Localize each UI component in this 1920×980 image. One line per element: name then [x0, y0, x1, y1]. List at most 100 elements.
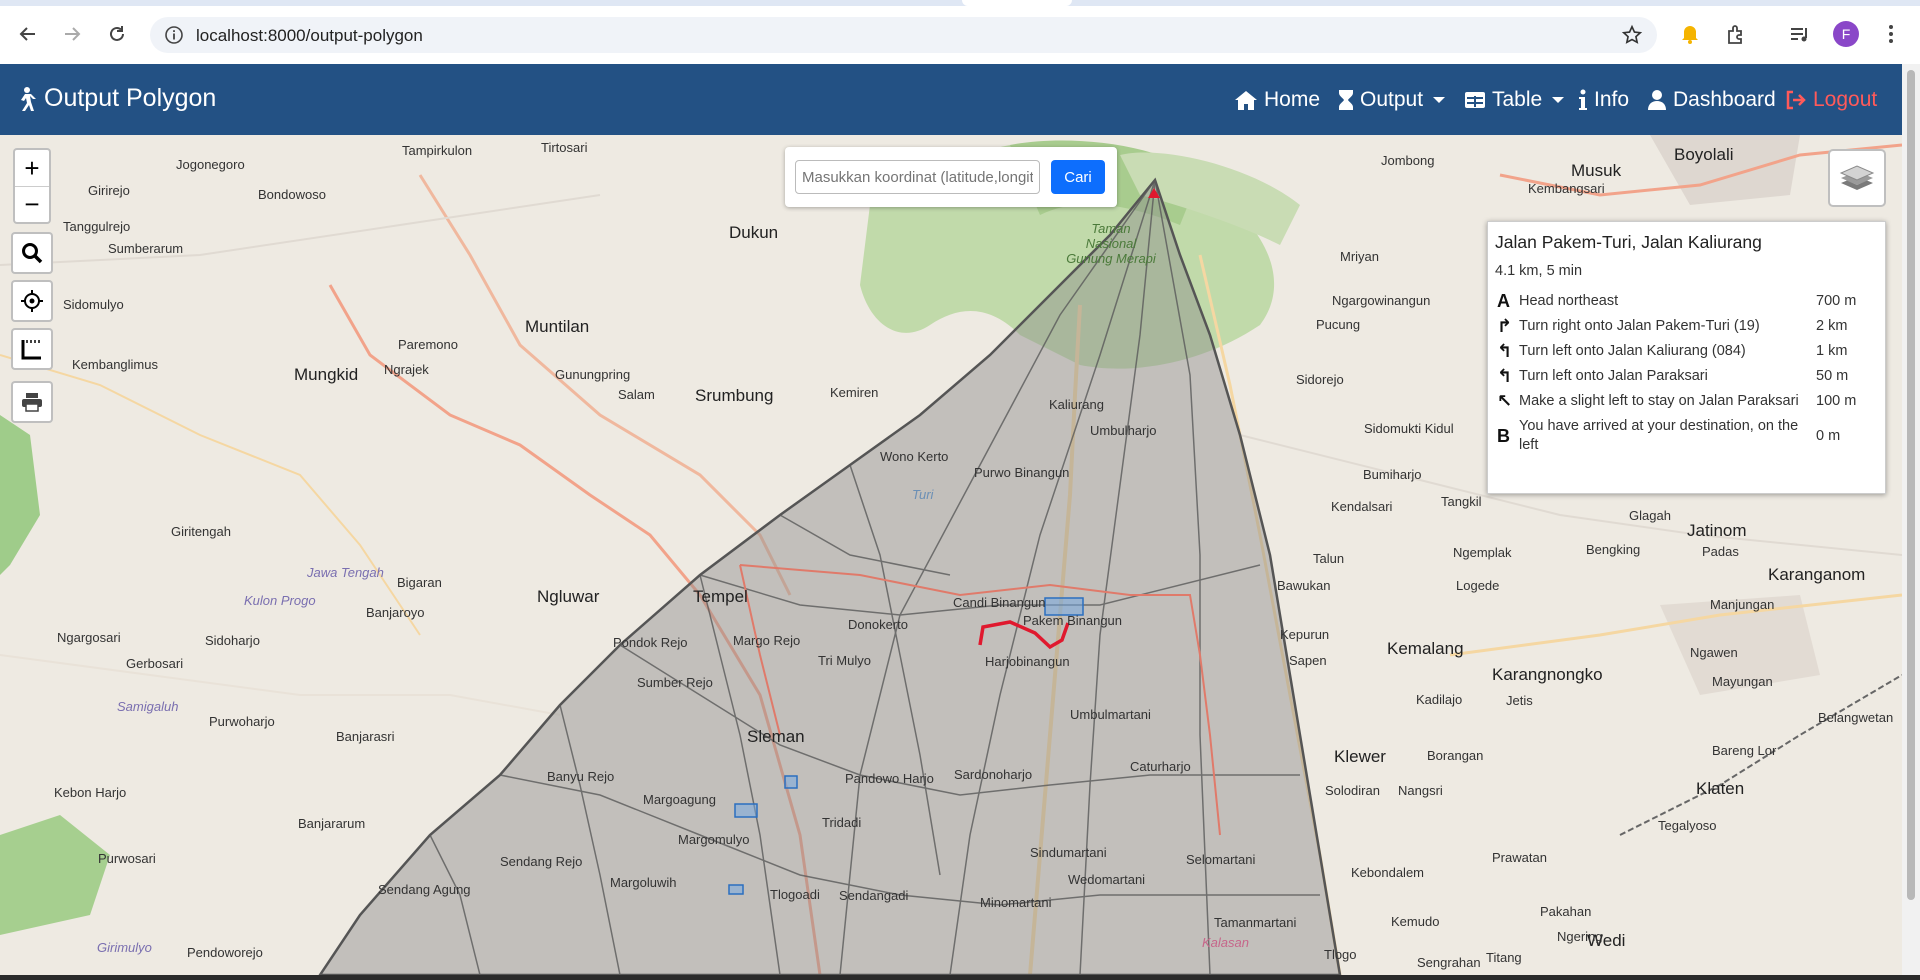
extension-bell-icon[interactable]	[1674, 18, 1706, 50]
nav-table-label: Table	[1492, 88, 1543, 111]
step-text: Turn left onto Jalan Paraksari	[1519, 368, 1708, 384]
route-step[interactable]: ↱ Turn right onto Jalan Pakem-Turi (19) …	[1495, 314, 1878, 339]
place-label: Ngrajek	[384, 362, 429, 377]
nav-output-label: Output	[1360, 88, 1424, 111]
print-button[interactable]	[11, 381, 53, 423]
route-step[interactable]: ↰ Turn left onto Jalan Paraksari 50 m	[1495, 364, 1878, 389]
route-step[interactable]: B You have arrived at your destination, …	[1495, 414, 1878, 458]
nav-home-label: Home	[1264, 88, 1321, 111]
user-icon	[1648, 90, 1666, 110]
step-distance: 2 km	[1816, 318, 1848, 334]
place-label: Kembangsari	[1528, 181, 1605, 196]
place-label: Nangsri	[1398, 783, 1443, 798]
place-label: Harjobinangun	[985, 654, 1070, 669]
place-label: Boyolali	[1674, 145, 1734, 164]
place-label: Musuk	[1571, 161, 1622, 180]
forward-icon[interactable]	[56, 18, 88, 50]
place-label: Kebondalem	[1351, 865, 1424, 880]
place-label: Kepurun	[1280, 627, 1330, 642]
zoom-in-button[interactable]: +	[15, 150, 49, 186]
search-button[interactable]: Cari	[1051, 160, 1105, 194]
step-text: Turn right onto Jalan Pakem-Turi (19)	[1519, 318, 1760, 334]
place-label: Klewer	[1334, 747, 1386, 766]
route-step[interactable]: ↖ Make a slight left to stay on Jalan Pa…	[1495, 389, 1878, 414]
search-icon	[22, 243, 43, 264]
address-bar[interactable]: localhost:8000/output-polygon	[150, 17, 1657, 53]
zoom-control: + −	[13, 148, 51, 224]
nav-info-label: Info	[1594, 88, 1630, 111]
nav-table[interactable]: Table	[1464, 88, 1565, 112]
start-marker-icon: A	[1497, 291, 1510, 311]
place-label: Sengrahan	[1417, 955, 1481, 970]
place-label: Candi Binangun	[953, 595, 1046, 610]
place-label: Kadilajo	[1416, 692, 1463, 707]
measure-button[interactable]	[11, 328, 53, 370]
place-label: Titang	[1486, 950, 1522, 965]
place-label: Banjaroyo	[366, 605, 425, 620]
nav-dashboard[interactable]: Dashboard	[1647, 88, 1776, 112]
place-label: Girimulyo	[97, 940, 152, 955]
place-label: Kemiren	[830, 385, 879, 400]
place-label: Ngargosari	[57, 630, 121, 645]
place-label: Tempel	[693, 587, 748, 606]
place-label: Pucung	[1316, 317, 1361, 332]
map-canvas[interactable]: Mungkid Muntilan Dukun Srumbung Ngluwar …	[0, 135, 1902, 975]
site-info-icon[interactable]	[164, 25, 184, 45]
bookmark-star-icon[interactable]	[1621, 24, 1643, 46]
route-title: Jalan Pakem-Turi, Jalan Kaliurang	[1495, 232, 1762, 252]
place-label: Sumberarum	[108, 241, 184, 256]
nav-logout-label: Logout	[1813, 88, 1878, 111]
tab-strip	[0, 0, 1920, 6]
place-label: Kaliurang	[1049, 397, 1104, 412]
nav-home[interactable]: Home	[1234, 88, 1320, 112]
place-label: Taman Nasional Gunung Merapi	[1066, 221, 1156, 266]
place-label: Margo Rejo	[733, 633, 801, 648]
page-scrollbar[interactable]	[1902, 64, 1920, 975]
turn-right-icon: ↱	[1497, 316, 1513, 336]
profile-avatar[interactable]: F	[1833, 21, 1859, 47]
place-label: Tri Mulyo	[818, 653, 871, 668]
app-navbar: Output Polygon Home Output Table Info Da…	[0, 64, 1902, 135]
place-label: Sendangadi	[839, 888, 909, 903]
place-label: Sidoharjo	[205, 633, 260, 648]
place-label: Gerbosari	[126, 656, 184, 671]
place-label: Pandowo Harjo	[845, 771, 934, 786]
place-label: Ngawen	[1690, 645, 1738, 660]
place-label: Ngering	[1557, 929, 1603, 944]
locate-button[interactable]	[11, 280, 53, 322]
slight-left-icon: ↖	[1497, 391, 1513, 411]
route-step[interactable]: A Head northeast 700 m	[1495, 289, 1878, 314]
place-label: Sumber Rejo	[637, 675, 713, 690]
place-label: Mriyan	[1340, 249, 1380, 264]
place-label: Pondok Rejo	[613, 635, 688, 650]
chevron-down-icon	[1433, 97, 1446, 103]
hourglass-icon	[1339, 90, 1353, 110]
place-label: Pakahan	[1540, 904, 1592, 919]
step-distance: 50 m	[1816, 368, 1849, 384]
printer-icon	[22, 393, 42, 412]
step-text: Turn left onto Jalan Kaliurang (084)	[1519, 343, 1746, 359]
coordinate-input[interactable]	[795, 160, 1040, 194]
back-icon[interactable]	[12, 18, 44, 50]
place-label: Tegalyoso	[1658, 818, 1717, 833]
route-step[interactable]: ↰ Turn left onto Jalan Kaliurang (084) 1…	[1495, 339, 1878, 364]
brand[interactable]: Output Polygon	[14, 84, 216, 113]
route-steps-table: A Head northeast 700 m ↱ Turn right onto…	[1495, 289, 1878, 458]
zoom-out-button[interactable]: −	[15, 186, 49, 222]
reload-icon[interactable]	[101, 18, 133, 50]
layer-switcher[interactable]	[1828, 149, 1886, 207]
table-icon	[1465, 92, 1485, 108]
browser-menu-icon[interactable]	[1875, 18, 1907, 50]
scrollbar-thumb[interactable]	[1907, 70, 1915, 900]
nav-info[interactable]: Info	[1578, 88, 1629, 112]
media-control-icon[interactable]	[1784, 18, 1816, 50]
extensions-icon[interactable]	[1720, 18, 1752, 50]
nav-output[interactable]: Output	[1338, 88, 1446, 112]
place-label: Srumbung	[695, 386, 774, 405]
place-label: Sidomulyo	[63, 297, 124, 312]
nav-logout[interactable]: Logout	[1785, 88, 1877, 112]
place-label: Wono Kerto	[880, 449, 949, 464]
place-label: Caturharjo	[1130, 759, 1191, 774]
map-search-button[interactable]	[11, 232, 53, 274]
turn-left-icon: ↰	[1497, 366, 1513, 386]
